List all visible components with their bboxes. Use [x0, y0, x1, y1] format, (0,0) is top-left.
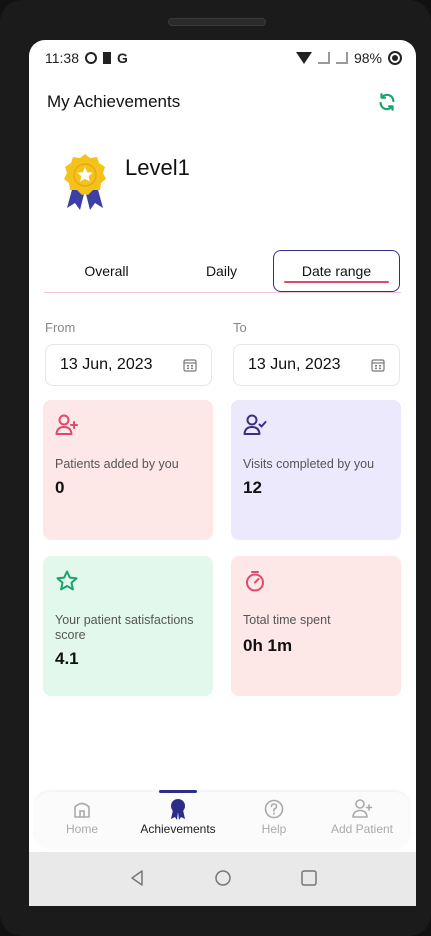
- app-header: My Achievements: [29, 86, 416, 118]
- calendar-icon: [183, 359, 197, 372]
- nav-achievements[interactable]: Achievements: [133, 798, 223, 836]
- award-icon: [171, 799, 185, 820]
- calendar-icon: [371, 359, 385, 372]
- signal-icon: [317, 52, 330, 64]
- google-icon: G: [117, 50, 128, 66]
- nav-add-patient-label: Add Patient: [330, 822, 394, 836]
- signal-icon-2: [335, 52, 348, 64]
- tab-date-range-label: Date range: [301, 263, 372, 279]
- tab-daily[interactable]: Daily: [164, 250, 279, 292]
- level-section: Level1: [59, 152, 190, 214]
- battery-percent: 98%: [353, 50, 382, 66]
- phone-frame: 11:38 G 98% My Achievements Level1 Overa…: [0, 0, 431, 936]
- card-value: 4.1: [55, 649, 79, 668]
- tab-bar: Overall Daily Date range: [44, 250, 401, 293]
- help-icon: [264, 799, 284, 819]
- from-label: From: [45, 320, 76, 335]
- app-screen: 11:38 G 98% My Achievements Level1 Overa…: [29, 40, 416, 906]
- person-add-icon: [352, 799, 373, 818]
- card-satisfaction-score: Your patient satisfactions score 4.1: [43, 556, 213, 696]
- home-icon: [74, 802, 90, 818]
- active-nav-indicator: [159, 790, 197, 793]
- person-add-icon: [55, 414, 78, 435]
- tab-date-range[interactable]: Date range: [273, 250, 400, 292]
- home-circle-icon[interactable]: [213, 868, 233, 888]
- battery-icon: [388, 51, 402, 65]
- from-date-value: 13 Jun, 2023: [60, 356, 153, 373]
- card-time-spent: Total time spent 0h 1m: [231, 556, 401, 696]
- nav-help-label: Help: [261, 822, 287, 836]
- nav-home[interactable]: Home: [37, 798, 127, 836]
- recent-apps-icon[interactable]: [299, 868, 319, 888]
- card-value: 12: [243, 478, 262, 497]
- from-date-field[interactable]: 13 Jun, 2023: [45, 344, 212, 386]
- to-date-value: 13 Jun, 2023: [248, 356, 341, 373]
- nav-add-patient[interactable]: Add Patient: [317, 798, 407, 836]
- card-value: 0h 1m: [243, 636, 293, 655]
- card-visits-completed: Visits completed by you 12: [231, 400, 401, 540]
- nav-help[interactable]: Help: [229, 798, 319, 836]
- status-right: 98%: [295, 50, 402, 66]
- bottom-navigation: Home Achievements Help Add Patient: [35, 790, 409, 848]
- nav-achievements-label: Achievements: [140, 822, 216, 836]
- stopwatch-icon: [246, 571, 264, 592]
- notification-icon: [85, 52, 97, 64]
- card-label: Your patient satisfactions score: [55, 613, 194, 642]
- wifi-icon: [295, 52, 312, 64]
- status-left: 11:38 G: [45, 50, 128, 66]
- tab-overall[interactable]: Overall: [44, 250, 169, 292]
- status-time: 11:38: [45, 50, 79, 66]
- status-bar: 11:38 G 98%: [29, 40, 416, 76]
- speaker-grille: [168, 18, 266, 26]
- card-label: Visits completed by you: [243, 457, 375, 471]
- award-badge-icon: [64, 154, 106, 210]
- refresh-icon[interactable]: [376, 91, 398, 113]
- to-label: To: [233, 320, 247, 335]
- system-navigation-bar: [29, 852, 416, 906]
- card-patients-added: Patients added by you 0: [43, 400, 213, 540]
- page-title: My Achievements: [47, 92, 181, 111]
- back-icon[interactable]: [127, 868, 147, 888]
- card-label: Total time spent: [243, 613, 331, 627]
- person-check-icon: [243, 414, 267, 435]
- nav-home-label: Home: [65, 822, 98, 836]
- card-value: 0: [55, 478, 65, 497]
- active-tab-indicator: [284, 281, 389, 283]
- sim-icon: [103, 52, 111, 64]
- to-date-field[interactable]: 13 Jun, 2023: [233, 344, 400, 386]
- level-label: Level1: [125, 155, 190, 180]
- tab-bar-divider: [44, 292, 401, 293]
- card-label: Patients added by you: [55, 457, 179, 471]
- star-icon: [56, 570, 78, 591]
